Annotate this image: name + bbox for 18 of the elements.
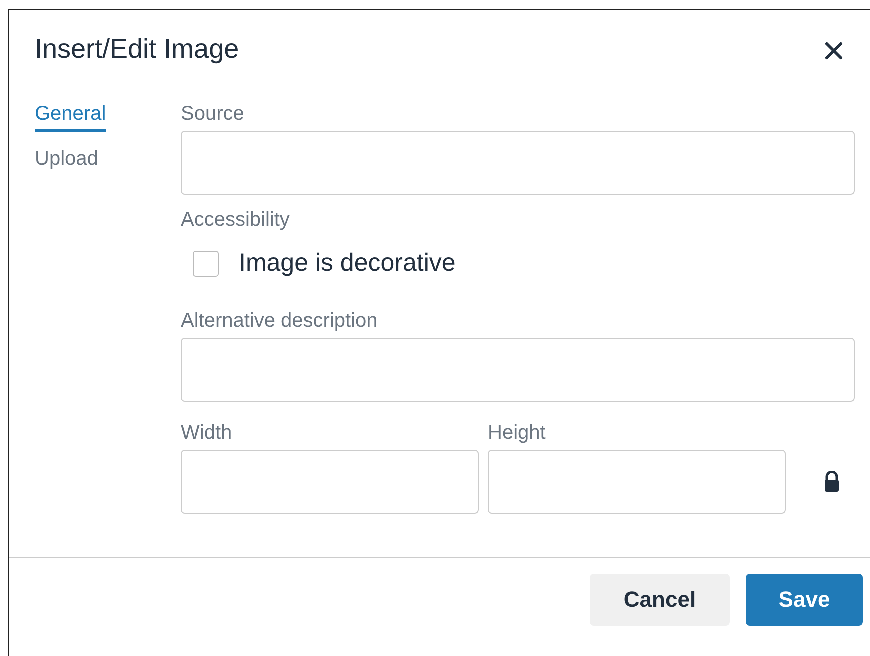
field-label: Height — [488, 422, 547, 445]
save-button[interactable]: Save — [746, 574, 863, 626]
tab[interactable]: Upload — [35, 148, 98, 177]
section-label: Accessibility — [181, 209, 291, 232]
checkbox[interactable] — [193, 250, 219, 276]
lock-icon[interactable] — [824, 471, 840, 493]
alt-description-input[interactable] — [181, 338, 855, 402]
close-icon[interactable] — [824, 40, 844, 60]
dialog-title: Insert/Edit Image — [35, 34, 240, 65]
checkbox-label: Image is decorative — [239, 249, 456, 278]
width-input[interactable] — [181, 450, 479, 514]
source-input[interactable] — [181, 131, 855, 195]
tab[interactable]: General — [35, 103, 106, 132]
field-label: Alternative description — [181, 310, 379, 333]
field-label: Source — [181, 103, 246, 126]
height-input[interactable] — [488, 450, 786, 514]
field-label: Width — [181, 422, 234, 445]
cancel-button[interactable]: Cancel — [590, 574, 730, 626]
